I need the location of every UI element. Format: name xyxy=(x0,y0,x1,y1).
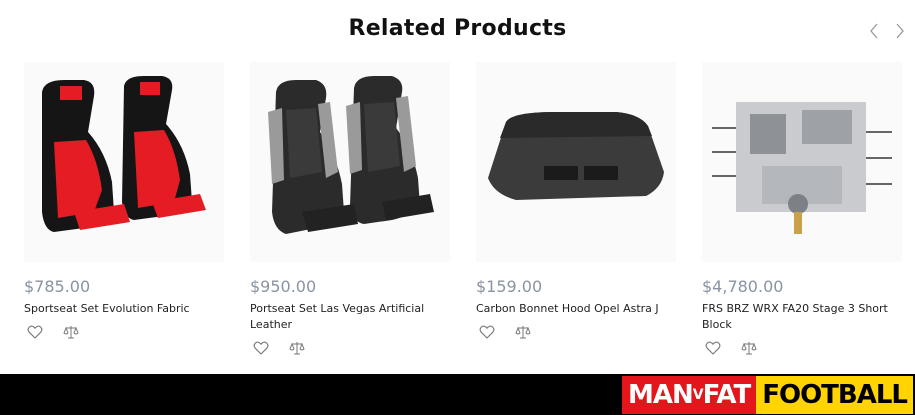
heart-icon xyxy=(27,325,43,339)
section-title: Related Products xyxy=(348,16,567,41)
carousel-next-button[interactable] xyxy=(890,20,910,42)
product-name-link[interactable]: Carbon Bonnet Hood Opel Astra J xyxy=(476,301,676,317)
compare-button[interactable] xyxy=(286,339,308,357)
logo-yellow-block: FOOTBALL xyxy=(756,376,913,414)
product-price: $950.00 xyxy=(250,277,317,296)
product-image[interactable] xyxy=(702,62,902,262)
related-products-grid: $785.00 Sportseat Set Evolution Fabric $… xyxy=(24,62,914,362)
product-card: $4,780.00 FRS BRZ WRX FA20 Stage 3 Short… xyxy=(702,62,912,362)
engine-short-block-image xyxy=(712,102,892,234)
carbon-hood-image xyxy=(488,112,664,200)
chevron-left-icon xyxy=(870,23,878,39)
product-card: $950.00 Portseat Set Las Vegas Artificia… xyxy=(250,62,460,362)
compare-scale-icon xyxy=(515,326,531,339)
compare-scale-icon xyxy=(289,342,305,355)
man-v-fat-football-logo[interactable]: MANVFAT FOOTBALL xyxy=(621,376,913,414)
product-image[interactable] xyxy=(476,62,676,262)
product-image[interactable] xyxy=(250,62,450,262)
product-actions xyxy=(250,339,308,357)
product-card: $159.00 Carbon Bonnet Hood Opel Astra J xyxy=(476,62,686,362)
product-name-link[interactable]: Sportseat Set Evolution Fabric xyxy=(24,301,224,317)
wishlist-button[interactable] xyxy=(24,323,46,341)
product-card: $785.00 Sportseat Set Evolution Fabric xyxy=(24,62,234,362)
product-price: $785.00 xyxy=(24,277,91,296)
heart-icon xyxy=(705,341,721,355)
product-image[interactable] xyxy=(24,62,224,262)
compare-scale-icon xyxy=(63,326,79,339)
product-actions xyxy=(476,323,534,341)
racing-seats-black-grey-quilted-image xyxy=(268,76,434,234)
compare-scale-icon xyxy=(741,342,757,355)
wishlist-button[interactable] xyxy=(476,323,498,341)
heart-icon xyxy=(479,325,495,339)
wishlist-button[interactable] xyxy=(250,339,272,357)
compare-button[interactable] xyxy=(738,339,760,357)
product-actions xyxy=(702,339,760,357)
chevron-right-icon xyxy=(896,23,904,39)
logo-red-block: MANVFAT xyxy=(621,376,757,414)
heart-icon xyxy=(253,341,269,355)
racing-seats-red-black-image xyxy=(42,76,206,232)
compare-button[interactable] xyxy=(512,323,534,341)
product-name-link[interactable]: Portseat Set Las Vegas Artificial Leathe… xyxy=(250,301,450,333)
product-price: $159.00 xyxy=(476,277,543,296)
carousel-prev-button[interactable] xyxy=(864,20,884,42)
wishlist-button[interactable] xyxy=(702,339,724,357)
compare-button[interactable] xyxy=(60,323,82,341)
product-price: $4,780.00 xyxy=(702,277,784,296)
product-name-link[interactable]: FRS BRZ WRX FA20 Stage 3 Short Block xyxy=(702,301,902,333)
product-actions xyxy=(24,323,82,341)
